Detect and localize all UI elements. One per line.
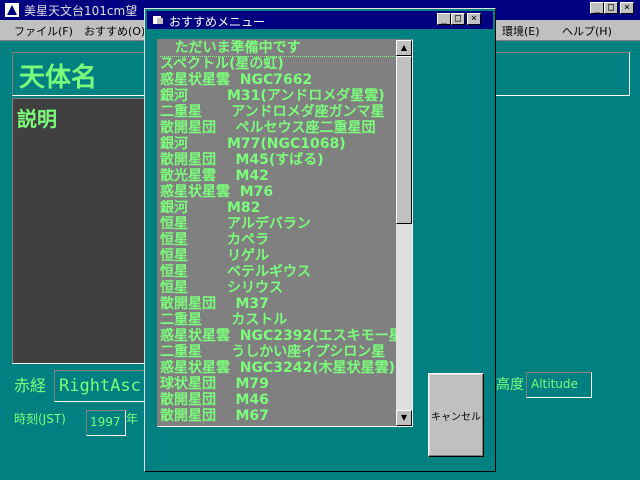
ra-field[interactable]: RightAsc: [54, 370, 148, 402]
list-item[interactable]: 散開星団 ペルセウス座二重星団: [160, 120, 396, 136]
dialog-title-text: おすすめメニュー: [169, 15, 266, 29]
recommend-dialog: おすすめメニュー _ □ × ただいま準備中です スペクトル(星の虹) 惑星状星雲 …: [144, 8, 496, 472]
menu-settings[interactable]: 環境(E): [502, 23, 540, 39]
object-name-label: 天体名: [19, 63, 98, 93]
list-item[interactable]: 銀河 M31(アンドロメダ星雲): [160, 88, 396, 104]
scroll-up-button[interactable]: ▲: [396, 40, 412, 56]
list-item[interactable]: 恒星 リゲル: [160, 248, 396, 264]
list-item[interactable]: 惑星状星雲 NGC3242(木星状星雲): [160, 360, 396, 376]
minimize-button[interactable]: _: [590, 2, 604, 14]
list-item[interactable]: 銀河 M77(NGC1068): [160, 136, 396, 152]
recommend-listbox[interactable]: ただいま準備中です スペクトル(星の虹) 惑星状星雲 NGC7662 銀河 M31(ア…: [157, 39, 413, 427]
altitude-label: 高度: [496, 377, 524, 393]
list-item[interactable]: 恒星 アルデバラン: [160, 216, 396, 232]
list-item[interactable]: 散開星団 M45(すばる): [160, 152, 396, 168]
list-item[interactable]: 惑星状星雲 M76: [160, 184, 396, 200]
list-item[interactable]: 惑星状星雲 NGC7662: [160, 72, 396, 88]
list-item[interactable]: 銀河 M82: [160, 200, 396, 216]
list-item[interactable]: 散開星団 M37: [160, 296, 396, 312]
ra-label: 赤経: [14, 376, 47, 395]
altitude-value: Altitude: [531, 377, 578, 391]
list-item[interactable]: 二重星 カストル: [160, 312, 396, 328]
recommend-list: ただいま準備中です スペクトル(星の虹) 惑星状星雲 NGC7662 銀河 M31(ア…: [160, 40, 396, 424]
list-item[interactable]: 散開星団 M67: [160, 408, 396, 424]
list-item[interactable]: スペクトル(星の虹): [160, 56, 396, 72]
year-value: 1997: [90, 415, 121, 429]
time-label: 時刻(JST): [14, 412, 66, 426]
list-scrollbar[interactable]: ▲ ▼: [396, 40, 412, 426]
scroll-thumb[interactable]: [396, 56, 412, 224]
dialog-maximize-button[interactable]: □: [451, 13, 465, 25]
list-item[interactable]: 散光星雲 M42: [160, 168, 396, 184]
list-item[interactable]: 恒星 ベテルギウス: [160, 264, 396, 280]
app-icon: [4, 2, 20, 18]
cancel-button[interactable]: キャンセル: [428, 373, 484, 457]
list-item[interactable]: 二重星 うしかい座イプシロン星: [160, 344, 396, 360]
dialog-title-bar: おすすめメニュー _ □ ×: [147, 11, 493, 29]
list-item[interactable]: 二重星 アンドロメダ座ガンマ星: [160, 104, 396, 120]
year-unit: 年: [126, 412, 139, 426]
list-item[interactable]: 惑星状星雲 NGC2392(エスキモー星雲): [160, 328, 396, 344]
list-item[interactable]: 球状星団 M79: [160, 376, 396, 392]
list-item[interactable]: 散開星団 M46: [160, 392, 396, 408]
description-label: 説明: [17, 107, 57, 131]
list-item[interactable]: ただいま準備中です: [160, 40, 396, 57]
ra-value: RightAsc: [59, 376, 141, 396]
main-title-text: 美星天文台101cm望: [24, 4, 138, 18]
dialog-close-button[interactable]: ×: [467, 13, 481, 25]
dialog-icon: [151, 12, 167, 28]
year-field[interactable]: 1997: [86, 410, 126, 436]
close-button[interactable]: ×: [620, 2, 634, 14]
scroll-down-button[interactable]: ▼: [396, 410, 412, 426]
list-item[interactable]: 恒星 カペラ: [160, 232, 396, 248]
menu-file[interactable]: ファイル(F): [14, 23, 73, 39]
menu-help[interactable]: ヘルプ(H): [562, 23, 612, 39]
altitude-field[interactable]: Altitude: [526, 372, 592, 398]
dialog-minimize-button[interactable]: _: [437, 13, 451, 25]
maximize-button[interactable]: □: [604, 2, 618, 14]
list-item[interactable]: 恒星 シリウス: [160, 280, 396, 296]
menu-recommend[interactable]: おすすめ(O): [84, 23, 145, 39]
